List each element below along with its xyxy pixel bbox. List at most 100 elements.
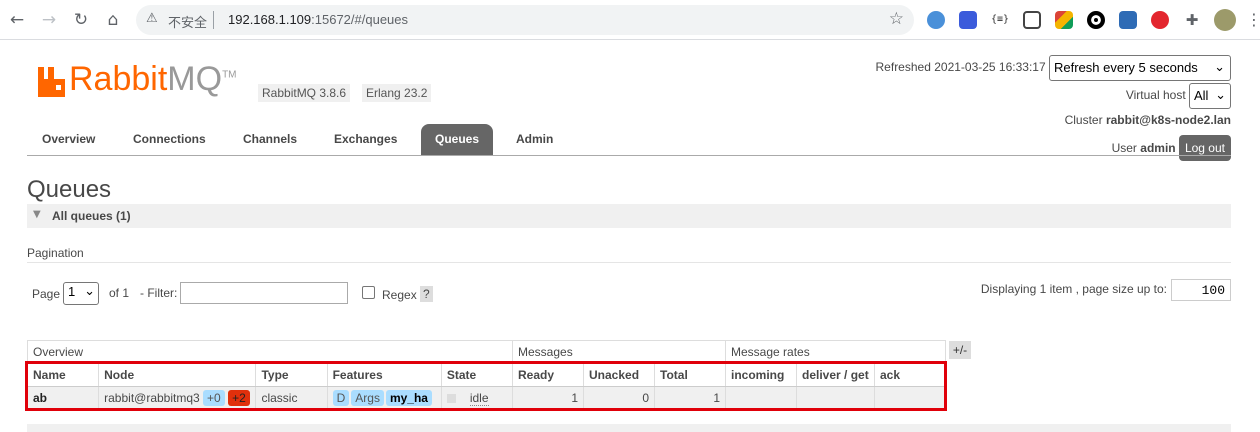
extension-record-icon[interactable] xyxy=(1087,11,1105,29)
queue-node: rabbit@rabbitmq3 xyxy=(104,391,200,405)
tab-connections[interactable]: Connections xyxy=(119,124,220,155)
address-bar[interactable]: ⚠ 不安全 192.168.1.109:15672/#/queues ☆ xyxy=(136,5,914,35)
all-queues-section-header[interactable]: ▼ All queues (1) xyxy=(27,204,1231,228)
chevron-down-icon: ⌄ xyxy=(84,284,95,299)
feature-args-badge: Args xyxy=(351,390,384,406)
feature-policy-badge: my_ha xyxy=(385,390,432,406)
col-ready[interactable]: Ready xyxy=(512,363,584,387)
vhost-label: Virtual host xyxy=(1125,88,1186,103)
refresh-select-value: Refresh every 5 seconds xyxy=(1054,60,1198,75)
logo-text: RabbitMQTM xyxy=(69,60,237,99)
queues-table: Overview Messages Message rates Name Nod… xyxy=(26,340,946,410)
queue-name-link[interactable]: ab xyxy=(26,386,100,410)
rabbitmq-version-badge: RabbitMQ 3.8.6 xyxy=(258,84,351,102)
vhost-select[interactable]: All ⌄ xyxy=(1189,83,1231,109)
security-label: 不安全 xyxy=(168,15,208,30)
col-features[interactable]: Features xyxy=(326,363,442,387)
back-arrow-icon[interactable]: ← xyxy=(6,9,28,31)
logo-text-rabbit: Rabbit xyxy=(69,60,168,98)
queue-type: classic xyxy=(255,386,328,410)
chevron-down-icon: ⌄ xyxy=(1214,60,1225,75)
node-mirror-badge: +0 xyxy=(203,390,225,406)
regex-help-button[interactable]: ? xyxy=(420,286,433,302)
puzzle-extensions-icon[interactable]: ✚ xyxy=(1183,11,1201,29)
logo-text-mq: MQ xyxy=(167,60,223,98)
vhost-select-value: All xyxy=(1194,88,1209,103)
page-title: Queues xyxy=(27,176,112,203)
chevron-down-icon: ⌄ xyxy=(1215,88,1226,103)
column-toggle-button[interactable]: +/- xyxy=(949,341,971,359)
col-unacked[interactable]: Unacked xyxy=(583,363,655,387)
address-separator xyxy=(213,11,214,29)
logo-tm: TM xyxy=(222,69,237,81)
url-path: :15672/#/queues xyxy=(311,12,409,27)
extension-s-icon[interactable] xyxy=(1119,11,1137,29)
warning-icon: ⚠ xyxy=(146,11,158,26)
page-of-label: of 1 xyxy=(109,286,130,300)
pagination-divider xyxy=(27,262,1231,263)
home-icon[interactable]: ⌂ xyxy=(102,9,124,31)
page-label: Page xyxy=(32,287,61,301)
table-row[interactable]: ab rabbit@rabbitmq3 +0 +2 classic D Args m… xyxy=(26,386,946,410)
extension-screenshot-icon[interactable] xyxy=(1023,11,1041,29)
col-ack[interactable]: ack xyxy=(874,363,946,387)
col-node[interactable]: Node xyxy=(98,363,257,387)
extension-json-icon[interactable]: {≡} xyxy=(991,11,1009,29)
menu-dots-icon[interactable]: ⋮ xyxy=(1246,11,1260,29)
filter-input[interactable] xyxy=(180,282,348,304)
regex-checkbox[interactable] xyxy=(362,286,375,299)
filter-label: - Filter: xyxy=(140,286,178,300)
pagination-label: Pagination xyxy=(27,246,84,260)
messages-unacked: 0 xyxy=(583,386,655,410)
tab-queues[interactable]: Queues xyxy=(421,124,494,155)
page-select[interactable]: 1 ⌄ xyxy=(63,282,99,305)
bookmark-star-icon[interactable]: ☆ xyxy=(889,9,904,29)
col-incoming[interactable]: incoming xyxy=(725,363,797,387)
rate-incoming xyxy=(725,386,797,410)
profile-avatar[interactable] xyxy=(1214,9,1236,31)
col-total[interactable]: Total xyxy=(654,363,726,387)
queue-features-cell: D Args my_ha xyxy=(326,386,442,410)
group-header-message-rates: Message rates xyxy=(725,340,946,364)
reload-icon[interactable]: ↻ xyxy=(70,9,92,31)
messages-ready: 1 xyxy=(512,386,584,410)
next-section-header[interactable] xyxy=(27,424,1231,432)
section-title: All queues (1) xyxy=(52,209,131,223)
queue-state-cell: idle xyxy=(440,386,514,410)
refresh-select[interactable]: Refresh every 5 seconds ⌄ xyxy=(1049,55,1231,81)
main-nav-tabs: Overview Connections Channels Exchanges … xyxy=(27,124,1231,156)
rate-deliver-get xyxy=(796,386,875,410)
url-host: 192.168.1.109 xyxy=(228,12,312,27)
extension-link-icon[interactable] xyxy=(1151,11,1169,29)
tab-channels[interactable]: Channels xyxy=(229,124,311,155)
rate-ack xyxy=(874,386,946,410)
url-text[interactable]: 192.168.1.109:15672/#/queues xyxy=(228,12,408,27)
extension-globe-icon[interactable] xyxy=(927,11,945,29)
page-select-value: 1 xyxy=(68,284,76,299)
queue-node-cell: rabbit@rabbitmq3 +0 +2 xyxy=(98,386,257,410)
extension-shield-icon[interactable] xyxy=(959,11,977,29)
col-deliver-get[interactable]: deliver / get xyxy=(796,363,875,387)
tab-admin[interactable]: Admin xyxy=(502,124,567,155)
page-size-input[interactable]: 100 xyxy=(1171,279,1231,301)
node-unsync-badge: +2 xyxy=(228,390,250,406)
col-name[interactable]: Name xyxy=(26,363,100,387)
col-type[interactable]: Type xyxy=(255,363,328,387)
display-info-text: Displaying 1 item , page size up to: xyxy=(980,282,1167,297)
messages-total: 1 xyxy=(654,386,726,410)
feature-durable-badge: D xyxy=(332,390,350,406)
erlang-version-badge: Erlang 23.2 xyxy=(362,84,432,102)
browser-toolbar: ← → ↻ ⌂ ⚠ 不安全 192.168.1.109:15672/#/queu… xyxy=(0,0,1260,40)
queue-state: idle xyxy=(469,391,489,406)
tab-exchanges[interactable]: Exchanges xyxy=(320,124,411,155)
tab-overview[interactable]: Overview xyxy=(28,124,109,155)
group-header-messages: Messages xyxy=(512,340,726,364)
state-indicator-icon xyxy=(446,394,456,404)
group-header-overview: Overview xyxy=(27,340,513,364)
rabbit-logo-icon xyxy=(38,67,65,97)
col-state[interactable]: State xyxy=(440,363,514,387)
display-info: Displaying 1 item , page size up to: 100 xyxy=(981,279,1231,301)
forward-arrow-icon[interactable]: → xyxy=(38,9,60,31)
collapse-triangle-icon[interactable]: ▼ xyxy=(33,209,41,220)
extension-chrome-icon[interactable] xyxy=(1055,11,1073,29)
